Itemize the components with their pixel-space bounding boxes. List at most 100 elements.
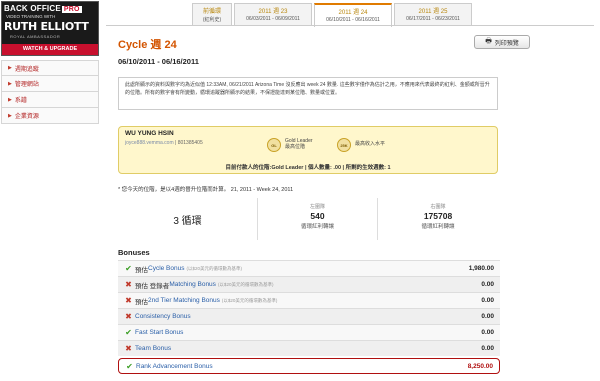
date-range: 06/10/2011 - 06/16/2011 — [118, 57, 199, 66]
disclaimer-notice: 此處所顯示的資料與數字均為近似值 12:33AM, 06/21/2011 Ari… — [118, 77, 498, 110]
income-badge-icon: 25K — [337, 138, 351, 152]
sidebar-item-label: 管理網站 — [14, 82, 39, 88]
sidebar-item-label: 企業資源 — [14, 114, 39, 120]
bonus-name[interactable]: Consistency Bonus — [135, 313, 191, 320]
sidebar-item-label: 系譜 — [14, 98, 27, 104]
bonus-note: (以$20美元的循環數為基準) — [217, 281, 274, 287]
sidebar-item-manage-site[interactable]: ▶ 管理網站 — [1, 76, 99, 92]
check-icon: ✔ — [125, 328, 132, 337]
rank-info: Gold Leader 最高位階 — [285, 138, 313, 150]
tab-sublabel: 06/10/2011 - 06/16/2011 — [326, 17, 380, 23]
bonus-name[interactable]: Matching Bonus — [169, 281, 216, 288]
promo-brand: BACK OFFICE PRO — [4, 4, 82, 13]
tab-label: 2011 週 24 — [338, 10, 368, 16]
bonus-prefix: 預估 — [135, 266, 148, 274]
bonus-amount: 8,250.00 — [467, 363, 493, 370]
bonus-note: (以$20美元的循環數為基準) — [186, 265, 243, 271]
bonus-note: (以$20美元的循環數為基準) — [221, 297, 278, 303]
right-team-sub: 循環紅利轉讓 — [421, 224, 455, 230]
promo-person: RUTH ELLIOTT — [4, 20, 89, 33]
bonus-row-cycle[interactable]: ✔ 預估 Cycle Bonus (以$20美元的循環數為基準) 1,980.00 — [118, 260, 500, 276]
print-preview-label: 列印預覽 — [494, 40, 519, 47]
bonus-prefix: 預估 登錄者 — [135, 282, 170, 290]
cross-icon: ✖ — [125, 280, 132, 289]
cross-icon: ✖ — [125, 312, 132, 321]
left-team-value: 540 — [310, 211, 325, 221]
member-email[interactable]: joyce888.vemma.com — [125, 140, 174, 146]
bonus-name[interactable]: Rank Advancement Bonus — [136, 363, 213, 370]
bonus-row-matching[interactable]: ✖ 預估 登錄者 Matching Bonus (以$20美元的循環數為基準) 0… — [118, 276, 500, 292]
bonus-name[interactable]: Cycle Bonus — [148, 265, 185, 272]
bonus-amount: 1,980.00 — [468, 265, 494, 272]
printer-icon: 🖶 — [485, 37, 492, 45]
watch-upgrade-button[interactable]: WATCH & UPGRADE — [2, 44, 98, 55]
tab-divider — [106, 25, 594, 26]
arrow-right-icon: ▶ — [8, 96, 12, 103]
promo-banner[interactable]: BACK OFFICE PRO VIDEO TRAINING WITH RUTH … — [1, 1, 99, 56]
current-position: 目前付款人的位階:Gold Leader | 個人數量: .00 | 所剩的生效… — [119, 163, 497, 171]
check-icon: ✔ — [126, 361, 133, 371]
rank-sublabel: 最高位階 — [285, 144, 306, 150]
sidebar-nav: ▶ 週期追蹤 ▶ 管理網站 ▶ 系譜 ▶ 企業資源 — [1, 60, 99, 124]
right-team-stat: 右圍隊 175708 循環紅利轉讓 — [378, 198, 498, 240]
check-icon: ✔ — [125, 264, 132, 273]
member-contact: joyce888.vemma.com | 801385405 — [125, 140, 203, 146]
page-title: Cycle 週 24 — [118, 39, 177, 51]
sidebar-item-cycle-tracker[interactable]: ▶ 週期追蹤 — [1, 60, 99, 76]
tab-sublabel: 06/03/2011 - 06/09/2011 — [246, 16, 300, 22]
left-team-sub: 循環紅利轉讓 — [300, 224, 334, 230]
arrow-right-icon: ▶ — [8, 112, 12, 119]
promo-brand-pro: PRO — [61, 6, 82, 13]
rank-note: * 您今天的位階，是以4週的晉升位階而計算。 21, 2011 - Week 2… — [118, 187, 294, 193]
bonus-name[interactable]: 2nd Tier Matching Bonus — [148, 297, 220, 304]
bonus-row-rank-advancement[interactable]: ✔ Rank Advancement Bonus 8,250.00 — [118, 358, 500, 374]
right-team-label: 右圍隊 — [430, 204, 446, 210]
tab-sublabel: 06/17/2011 - 06/23/2011 — [406, 16, 460, 22]
rank-badge-icon: GL — [267, 138, 281, 152]
promo-role: ROYAL AMBASSADOR — [10, 34, 61, 39]
promo-tagline: VIDEO TRAINING WITH — [6, 14, 56, 19]
member-id: 801385405 — [177, 140, 203, 146]
tab-week-25[interactable]: 2011 週 25 06/17/2011 - 06/23/2011 — [394, 3, 472, 25]
position-prefix: 目前付款人的位階: — [225, 165, 272, 171]
left-team-label: 左圍隊 — [309, 204, 325, 210]
bonus-row-consistency[interactable]: ✖ Consistency Bonus 0.00 — [118, 308, 500, 324]
bonuses-heading: Bonuses — [118, 248, 150, 257]
tab-label: 前循環 — [202, 9, 221, 15]
left-team-stat: 左圍隊 540 循環紅利轉讓 — [258, 198, 378, 240]
cycle-count: 3 循環 — [118, 198, 258, 240]
cross-icon: ✖ — [125, 344, 132, 353]
bonus-row-fast-start[interactable]: ✔ Fast Start Bonus 0.00 — [118, 324, 500, 340]
bonus-amount: 0.00 — [481, 313, 494, 320]
bonus-amount: 0.00 — [481, 281, 494, 288]
bonus-list: ✔ 預估 Cycle Bonus (以$20美元的循環數為基準) 1,980.00… — [118, 260, 500, 374]
bonus-name[interactable]: Team Bonus — [135, 345, 171, 352]
arrow-right-icon: ▶ — [8, 65, 12, 71]
tab-label: 2011 週 25 — [418, 9, 448, 15]
right-team-value: 175708 — [423, 211, 453, 221]
position-details: | 個人數量: .00 | 所剩的生效週數: 1 — [304, 165, 391, 171]
bonus-prefix: 預估 — [135, 298, 148, 306]
member-name: WU YUNG HSIN — [125, 130, 174, 137]
tab-previous-cycles[interactable]: 前循環 (紅利史) — [192, 3, 232, 25]
member-card: WU YUNG HSIN joyce888.vemma.com | 801385… — [118, 126, 498, 174]
cross-icon: ✖ — [125, 296, 132, 305]
bonus-amount: 0.00 — [481, 329, 494, 336]
tab-week-24[interactable]: 2011 週 24 06/10/2011 - 06/16/2011 — [314, 3, 392, 27]
sidebar: BACK OFFICE PRO VIDEO TRAINING WITH RUTH … — [0, 0, 100, 381]
bonus-name[interactable]: Fast Start Bonus — [135, 329, 183, 336]
print-preview-button[interactable]: 🖶 列印預覽 — [474, 35, 530, 49]
sidebar-item-genealogy[interactable]: ▶ 系譜 — [1, 92, 99, 108]
arrow-right-icon: ▶ — [8, 80, 12, 87]
tab-label: 2011 週 23 — [258, 9, 288, 15]
bonus-amount: 0.00 — [481, 297, 494, 304]
sidebar-item-label: 週期追蹤 — [14, 66, 39, 73]
sidebar-item-resources[interactable]: ▶ 企業資源 — [1, 108, 99, 124]
bonus-row-2nd-tier[interactable]: ✖ 預估 2nd Tier Matching Bonus (以$20美元的循環數為… — [118, 292, 500, 308]
position-value: Gold Leader — [271, 165, 304, 171]
cycle-tabs: 前循環 (紅利史) 2011 週 23 06/03/2011 - 06/09/2… — [192, 3, 474, 27]
cycle-stats: 3 循環 左圍隊 540 循環紅利轉讓 右圍隊 175708 循環紅利轉讓 — [118, 198, 498, 240]
bonus-row-team[interactable]: ✖ Team Bonus 0.00 — [118, 340, 500, 356]
tab-week-23[interactable]: 2011 週 23 06/03/2011 - 06/09/2011 — [234, 3, 312, 25]
tab-sublabel: (紅利史) — [202, 17, 222, 23]
